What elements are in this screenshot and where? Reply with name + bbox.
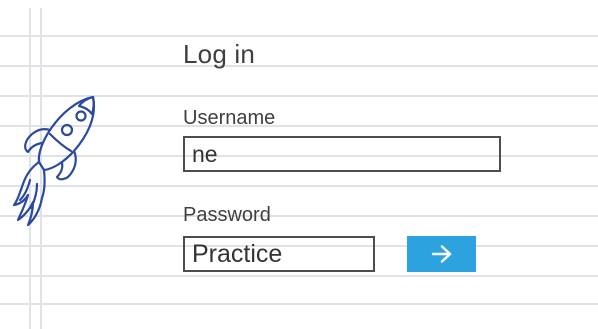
ruled-line	[0, 35, 598, 37]
ruled-line	[0, 303, 598, 305]
submit-button[interactable]	[407, 236, 476, 272]
password-input[interactable]	[183, 236, 375, 272]
ruled-line	[0, 65, 598, 67]
page-title: Log in	[183, 39, 256, 69]
password-label: Password	[183, 204, 271, 226]
ruled-line	[0, 275, 598, 277]
username-label: Username	[183, 107, 276, 129]
arrow-right-icon	[431, 245, 451, 263]
rocket-icon	[12, 95, 96, 227]
username-input[interactable]	[183, 136, 501, 172]
